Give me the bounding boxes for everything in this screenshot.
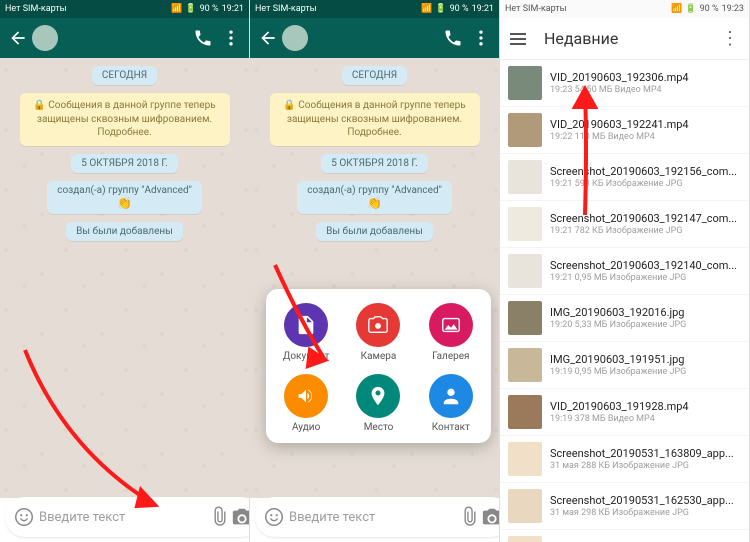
file-name: IMG_20190603_191951.jpg <box>550 353 739 366</box>
status-bar: Нет SIM-карты 📶🔋90 %19:23 <box>500 0 749 18</box>
screen-whatsapp-attach: Нет SIM-карты 📶🔋90 %19:21 СЕГОДНЯ 🔒 Сооб… <box>250 0 500 542</box>
file-picker-header: Недавние ⋮ <box>500 18 749 60</box>
file-row[interactable]: Screenshot_20190531_163809_app...31 мая … <box>500 436 749 483</box>
file-name: Screenshot_20190603_192140_com... <box>550 259 739 272</box>
chip-today: СЕГОДНЯ <box>92 66 157 85</box>
file-meta: 19:19 378 МБ Видео MP4 <box>550 414 739 424</box>
file-name: Screenshot_20190603_192147_com... <box>550 212 739 225</box>
file-thumbnail <box>508 301 542 335</box>
file-meta: 19:19 0,95 МБ Изображение JPG <box>550 367 739 377</box>
file-row[interactable]: VID_20190603_191928.mp419:19 378 МБ Виде… <box>500 389 749 436</box>
file-thumbnail <box>508 113 542 147</box>
message-input[interactable] <box>285 510 459 525</box>
file-thumbnail <box>508 536 542 542</box>
file-thumbnail <box>508 160 542 194</box>
chat-avatar[interactable] <box>282 25 308 51</box>
attach-camera[interactable]: Камера <box>342 303 414 362</box>
file-row[interactable]: Screenshot_20190603_192140_com...19:21 0… <box>500 248 749 295</box>
attachment-panel: Документ Камера Галерея Аудио Место Конт… <box>266 289 491 443</box>
file-list[interactable]: VID_20190603_192306.mp419:23 54,50 МБ Ви… <box>500 60 749 542</box>
file-thumbnail <box>508 66 542 100</box>
camera-icon[interactable] <box>481 506 500 528</box>
file-row[interactable]: Screenshot_20190531_162336_app...31 мая … <box>500 530 749 542</box>
file-row[interactable]: VID_20190603_192241.mp419:22 110 МБ Виде… <box>500 107 749 154</box>
file-meta: 19:20 5,33 МБ Изображение JPG <box>550 320 739 330</box>
file-name: Screenshot_20190531_163809_app... <box>550 447 739 460</box>
chat-header <box>0 18 249 58</box>
emoji-icon[interactable] <box>263 506 285 528</box>
call-icon[interactable] <box>193 28 213 48</box>
message-input-bar <box>255 497 494 537</box>
menu-dots-icon[interactable] <box>221 28 241 48</box>
chat-body: СЕГОДНЯ 🔒 Сообщения в данной группе тепе… <box>250 58 499 498</box>
file-name: VID_20190603_191928.mp4 <box>550 400 739 413</box>
file-thumbnail <box>508 254 542 288</box>
chip-added: Вы были добавлены <box>66 222 183 241</box>
file-name: VID_20190603_192306.mp4 <box>550 71 739 84</box>
chip-group-created: создал(-а) группу "Advanced"👏 <box>47 181 202 214</box>
attach-gallery[interactable]: Галерея <box>415 303 487 362</box>
back-button[interactable] <box>8 28 28 48</box>
attach-document[interactable]: Документ <box>270 303 342 362</box>
file-meta: 19:21 782 КБ Изображение JPG <box>550 226 739 236</box>
emoji-icon[interactable] <box>13 506 35 528</box>
file-row[interactable]: Screenshot_20190603_192156_com...19:21 5… <box>500 154 749 201</box>
camera-icon[interactable] <box>231 506 250 528</box>
file-meta: 31 мая 288 КБ Изображение JPG <box>550 461 739 471</box>
file-row[interactable]: Screenshot_20190531_162530_app...31 мая … <box>500 483 749 530</box>
file-row[interactable]: Screenshot_20190603_192147_com...19:21 7… <box>500 201 749 248</box>
attach-icon[interactable] <box>209 506 231 528</box>
status-bar: Нет SIM-карты 📶🔋90 %19:21 <box>250 0 499 18</box>
menu-dots-icon[interactable] <box>471 28 491 48</box>
message-input-bar <box>5 497 244 537</box>
message-input[interactable] <box>35 510 209 525</box>
file-thumbnail <box>508 489 542 523</box>
attach-label: Документ <box>283 351 330 362</box>
file-meta: 19:21 593 КБ Изображение JPG <box>550 179 739 189</box>
file-name: Screenshot_20190531_162530_app... <box>550 494 739 507</box>
file-meta: 31 мая 298 КБ Изображение JPG <box>550 508 739 518</box>
screen-whatsapp-chat: Нет SIM-карты 📶🔋 90 % 19:21 СЕГОДНЯ 🔒 Со… <box>0 0 250 542</box>
file-meta: 19:22 110 МБ Видео MP4 <box>550 132 739 142</box>
carrier-text: Нет SIM-карты <box>5 4 67 14</box>
chat-body: СЕГОДНЯ 🔒 Сообщения в данной группе тепе… <box>0 58 249 498</box>
file-thumbnail <box>508 207 542 241</box>
file-meta: 19:23 54,50 МБ Видео MP4 <box>550 85 739 95</box>
attach-audio[interactable]: Аудио <box>270 374 342 433</box>
chip-date: 5 ОКТЯБРЯ 2018 Г. <box>71 154 177 173</box>
file-name: VID_20190603_192241.mp4 <box>550 118 739 131</box>
battery-text: 90 % <box>200 4 219 14</box>
file-meta: 19:21 0,95 МБ Изображение JPG <box>550 273 739 283</box>
file-name: Screenshot_20190603_192156_com... <box>550 165 739 178</box>
text-input-wrap <box>5 497 250 537</box>
chat-avatar[interactable] <box>32 25 58 51</box>
clock-text: 19:21 <box>222 4 244 14</box>
menu-dots-icon[interactable]: ⋮ <box>721 28 739 49</box>
file-picker-title: Недавние <box>544 29 721 48</box>
attach-icon[interactable] <box>459 506 481 528</box>
file-row[interactable]: VID_20190603_192306.mp419:23 54,50 МБ Ви… <box>500 60 749 107</box>
back-button[interactable] <box>258 28 278 48</box>
file-thumbnail <box>508 442 542 476</box>
attach-location[interactable]: Место <box>342 374 414 433</box>
screen-file-picker: Нет SIM-карты 📶🔋90 %19:23 Недавние ⋮ VID… <box>500 0 750 542</box>
menu-icon[interactable] <box>510 33 526 45</box>
chat-header <box>250 18 499 58</box>
file-thumbnail <box>508 348 542 382</box>
chip-encryption[interactable]: 🔒 Сообщения в данной группе теперь защищ… <box>20 93 230 146</box>
file-name: IMG_20190603_192016.jpg <box>550 306 739 319</box>
attach-contact[interactable]: Контакт <box>415 374 487 433</box>
call-icon[interactable] <box>443 28 463 48</box>
file-row[interactable]: IMG_20190603_191951.jpg19:19 0,95 МБ Изо… <box>500 342 749 389</box>
file-row[interactable]: IMG_20190603_192016.jpg19:20 5,33 МБ Изо… <box>500 295 749 342</box>
file-thumbnail <box>508 395 542 429</box>
status-bar: Нет SIM-карты 📶🔋 90 % 19:21 <box>0 0 249 18</box>
